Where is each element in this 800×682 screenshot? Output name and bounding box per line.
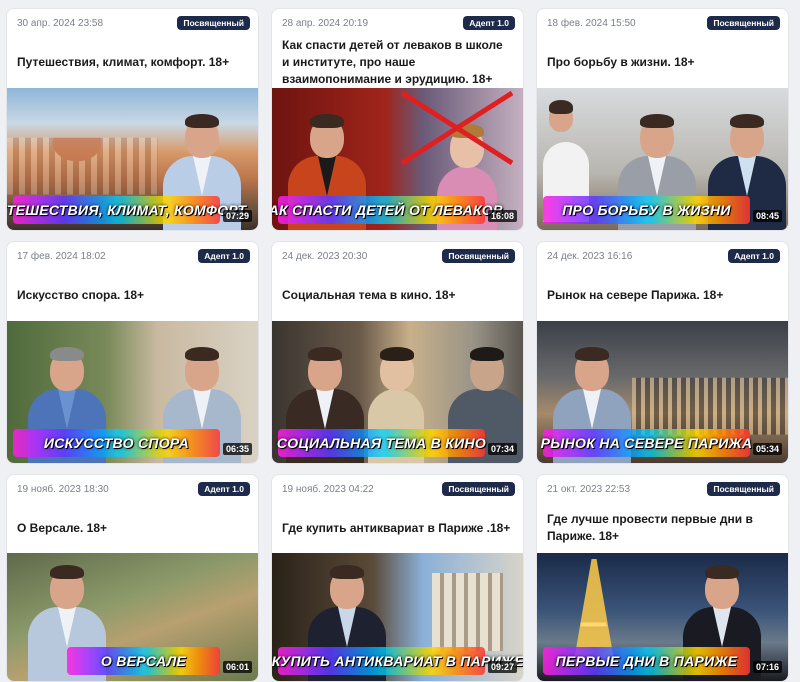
thumbnail-caption: О ВЕРСАЛЕ — [67, 647, 220, 675]
video-title[interactable]: Искусство спора. 18+ — [7, 264, 258, 321]
thumbnail-caption: СОЦИАЛЬНАЯ ТЕМА В КИНО — [277, 429, 486, 457]
presenter-figure — [537, 96, 597, 222]
cross-icon — [400, 90, 514, 166]
church-facade — [432, 573, 503, 651]
video-card[interactable]: 24 дек. 2023 20:30 Посвященный Социальна… — [271, 241, 524, 464]
thumbnail-caption: ПРО БОРЬБУ В ЖИЗНИ — [543, 196, 750, 224]
video-thumbnail[interactable]: СОЦИАЛЬНАЯ ТЕМА В КИНО 07:34 — [272, 321, 523, 463]
video-card[interactable]: 19 нояб. 2023 04:22 Посвященный Где купи… — [271, 474, 524, 682]
video-card[interactable]: 17 фев. 2024 18:02 Адепт 1.0 Искусство с… — [6, 241, 259, 464]
access-badge: Адепт 1.0 — [198, 249, 250, 263]
video-duration: 06:01 — [222, 661, 252, 673]
access-badge: Посвященный — [177, 16, 250, 30]
video-thumbnail[interactable]: КАК СПАСТИ ДЕТЕЙ ОТ ЛЕВАКОВ 16:08 — [272, 88, 523, 230]
video-thumbnail[interactable]: О ВЕРСАЛЕ 06:01 — [7, 553, 258, 681]
publish-date: 24 дек. 2023 16:16 — [547, 250, 633, 262]
video-duration: 09:27 — [487, 661, 517, 673]
video-title[interactable]: Рынок на севере Парижа. 18+ — [537, 264, 788, 321]
video-card[interactable]: 18 фев. 2024 15:50 Посвященный Про борьб… — [536, 8, 789, 231]
video-duration: 06:35 — [222, 443, 252, 455]
video-thumbnail[interactable]: ПУТЕШЕСТВИЯ, КЛИМАТ, КОМФОРТ 07:29 — [7, 88, 258, 230]
card-header: 30 апр. 2024 23:58 Посвященный — [7, 9, 258, 31]
card-header: 19 нояб. 2023 18:30 Адепт 1.0 — [7, 475, 258, 497]
thumbnail-caption: ПУТЕШЕСТВИЯ, КЛИМАТ, КОМФОРТ — [7, 196, 246, 224]
access-badge: Посвященный — [707, 16, 780, 30]
publish-date: 21 окт. 2023 22:53 — [547, 483, 631, 495]
video-title[interactable]: Как спасти детей от леваков в школе и ин… — [272, 31, 523, 88]
card-header: 21 окт. 2023 22:53 Посвященный — [537, 475, 788, 497]
card-header: 17 фев. 2024 18:02 Адепт 1.0 — [7, 242, 258, 264]
video-card[interactable]: 24 дек. 2023 16:16 Адепт 1.0 Рынок на се… — [536, 241, 789, 464]
video-duration: 07:34 — [487, 443, 517, 455]
video-thumbnail[interactable]: ПЕРВЫЕ ДНИ В ПАРИЖЕ 07:16 — [537, 553, 788, 681]
video-duration: 16:08 — [487, 210, 517, 222]
publish-date: 28 апр. 2024 20:19 — [282, 17, 369, 29]
video-thumbnail[interactable]: РЫНОК НА СЕВЕРЕ ПАРИЖА 05:34 — [537, 321, 788, 463]
publish-date: 18 фев. 2024 15:50 — [547, 17, 636, 29]
card-header: 24 дек. 2023 20:30 Посвященный — [272, 242, 523, 264]
video-duration: 07:29 — [222, 210, 252, 222]
thumbnail-caption: ГДЕ КУПИТЬ АНТИКВАРИАТ В ПАРИЖЕ — [272, 647, 523, 675]
video-title[interactable]: О Версале. 18+ — [7, 497, 258, 553]
thumbnail-caption: КАК СПАСТИ ДЕТЕЙ ОТ ЛЕВАКОВ — [272, 196, 503, 224]
thumbnail-caption: ПЕРВЫЕ ДНИ В ПАРИЖЕ — [543, 647, 750, 675]
card-header: 18 фев. 2024 15:50 Посвященный — [537, 9, 788, 31]
card-header: 28 апр. 2024 20:19 Адепт 1.0 — [272, 9, 523, 31]
publish-date: 19 нояб. 2023 04:22 — [282, 483, 374, 495]
access-badge: Посвященный — [442, 482, 515, 496]
thumbnail-caption: РЫНОК НА СЕВЕРЕ ПАРИЖА — [541, 429, 752, 457]
video-thumbnail[interactable]: ГДЕ КУПИТЬ АНТИКВАРИАТ В ПАРИЖЕ 09:27 — [272, 553, 523, 681]
video-card[interactable]: 30 апр. 2024 23:58 Посвященный Путешеств… — [6, 8, 259, 231]
publish-date: 24 дек. 2023 20:30 — [282, 250, 368, 262]
card-header: 19 нояб. 2023 04:22 Посвященный — [272, 475, 523, 497]
access-badge: Адепт 1.0 — [728, 249, 780, 263]
video-title[interactable]: Про борьбу в жизни. 18+ — [537, 31, 788, 88]
access-badge: Посвященный — [442, 249, 515, 263]
video-duration: 08:45 — [752, 210, 782, 222]
access-badge: Адепт 1.0 — [198, 482, 250, 496]
video-duration: 07:16 — [752, 661, 782, 673]
thumbnail-caption: ИСКУССТВО СПОРА — [13, 429, 220, 457]
card-header: 24 дек. 2023 16:16 Адепт 1.0 — [537, 242, 788, 264]
video-duration: 05:34 — [752, 443, 782, 455]
video-card[interactable]: 19 нояб. 2023 18:30 Адепт 1.0 О Версале.… — [6, 474, 259, 682]
access-badge: Посвященный — [707, 482, 780, 496]
video-grid: 30 апр. 2024 23:58 Посвященный Путешеств… — [6, 8, 789, 682]
video-title[interactable]: Где купить антиквариат в Париже .18+ — [272, 497, 523, 553]
video-card[interactable]: 28 апр. 2024 20:19 Адепт 1.0 Как спасти … — [271, 8, 524, 231]
video-title[interactable]: Путешествия, климат, комфорт. 18+ — [7, 31, 258, 88]
publish-date: 19 нояб. 2023 18:30 — [17, 483, 109, 495]
video-card[interactable]: 21 окт. 2023 22:53 Посвященный Где лучше… — [536, 474, 789, 682]
video-title[interactable]: Где лучше провести первые дни в Париже. … — [537, 497, 788, 553]
video-thumbnail[interactable]: ИСКУССТВО СПОРА 06:35 — [7, 321, 258, 463]
publish-date: 30 апр. 2024 23:58 — [17, 17, 104, 29]
publish-date: 17 фев. 2024 18:02 — [17, 250, 106, 262]
video-title[interactable]: Социальная тема в кино. 18+ — [272, 264, 523, 321]
access-badge: Адепт 1.0 — [463, 16, 515, 30]
video-thumbnail[interactable]: ПРО БОРЬБУ В ЖИЗНИ 08:45 — [537, 88, 788, 230]
